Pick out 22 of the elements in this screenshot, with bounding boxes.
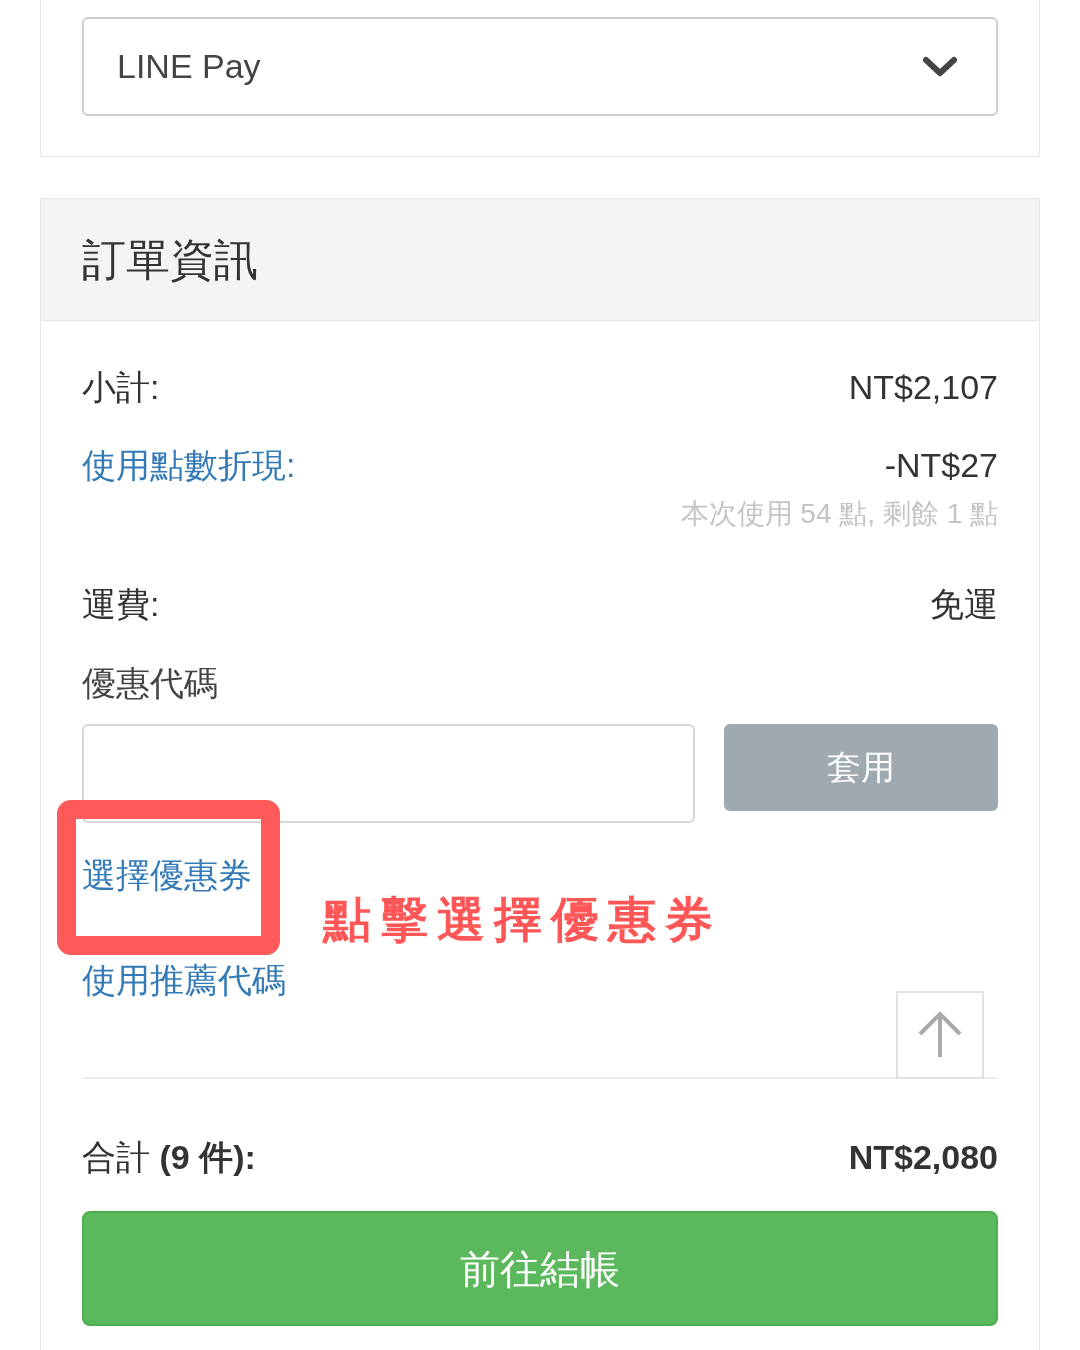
- section-title: 訂單資訊: [82, 233, 258, 286]
- chevron-down-icon: [922, 55, 958, 78]
- coupon-label: 優惠代碼: [82, 663, 219, 704]
- row-label: 小計:: [82, 366, 160, 408]
- checkout-button[interactable]: 前往結帳: [82, 1211, 998, 1326]
- payment-method-select[interactable]: LINE Pay: [82, 17, 998, 116]
- apply-button[interactable]: 套用: [724, 724, 998, 811]
- coupon-code-field[interactable]: [82, 724, 696, 823]
- row-value: -NT$27: [884, 444, 998, 486]
- row-value: NT$2,107: [848, 366, 998, 408]
- back-to-top-button[interactable]: [896, 991, 984, 1079]
- total-label: 合計 (9 件):: [82, 1136, 256, 1178]
- selected-value: LINE Pay: [117, 46, 261, 87]
- text-link[interactable]: 使用推薦代碼: [82, 956, 286, 1004]
- row-label: 運費:: [82, 583, 160, 625]
- total-value: NT$2,080: [848, 1136, 998, 1178]
- row-value: 免運: [930, 583, 998, 625]
- text-link[interactable]: 選擇優惠券: [82, 851, 252, 899]
- annotation-text: 點擊選擇優惠券: [323, 892, 722, 948]
- points-redeem-link[interactable]: 使用點數折現:: [82, 439, 296, 491]
- up-arrow-icon: [917, 1011, 963, 1059]
- points-note: 本次使用 54 點, 剩餘 1 點: [679, 497, 998, 531]
